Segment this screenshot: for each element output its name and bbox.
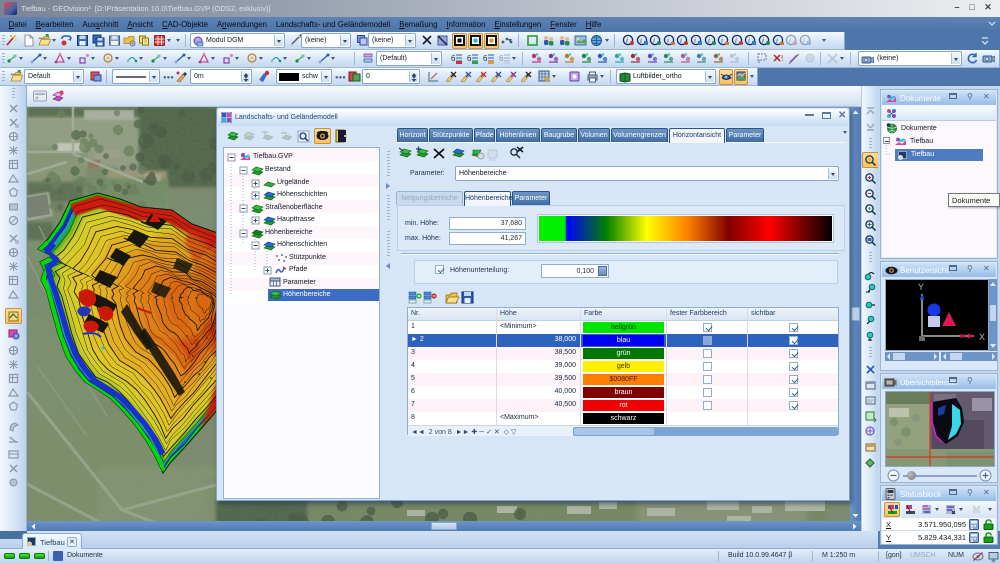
svg-text:i: i [708, 37, 710, 45]
svg-text:i: i [640, 37, 642, 45]
svg-text:6: 6 [483, 54, 488, 63]
svg-text:i: i [735, 37, 737, 45]
svg-text:i: i [667, 37, 669, 45]
svg-text:Y: Y [918, 282, 924, 292]
svg-text:i: i [748, 37, 750, 45]
svg-text:i: i [653, 37, 655, 45]
svg-text:i: i [721, 37, 723, 45]
svg-text:X: X [979, 332, 985, 342]
svg-text:i: i [680, 37, 682, 45]
svg-text:6: 6 [451, 54, 456, 63]
svg-text:6: 6 [467, 54, 472, 63]
svg-text:6: 6 [499, 54, 504, 63]
svg-text:i: i [803, 37, 805, 45]
svg-text:i: i [776, 37, 778, 45]
svg-text:i: i [762, 37, 764, 45]
svg-text:i: i [626, 37, 628, 45]
svg-text:i: i [694, 37, 696, 45]
svg-text:i: i [789, 37, 791, 45]
svg-text:!: ! [781, 54, 783, 63]
